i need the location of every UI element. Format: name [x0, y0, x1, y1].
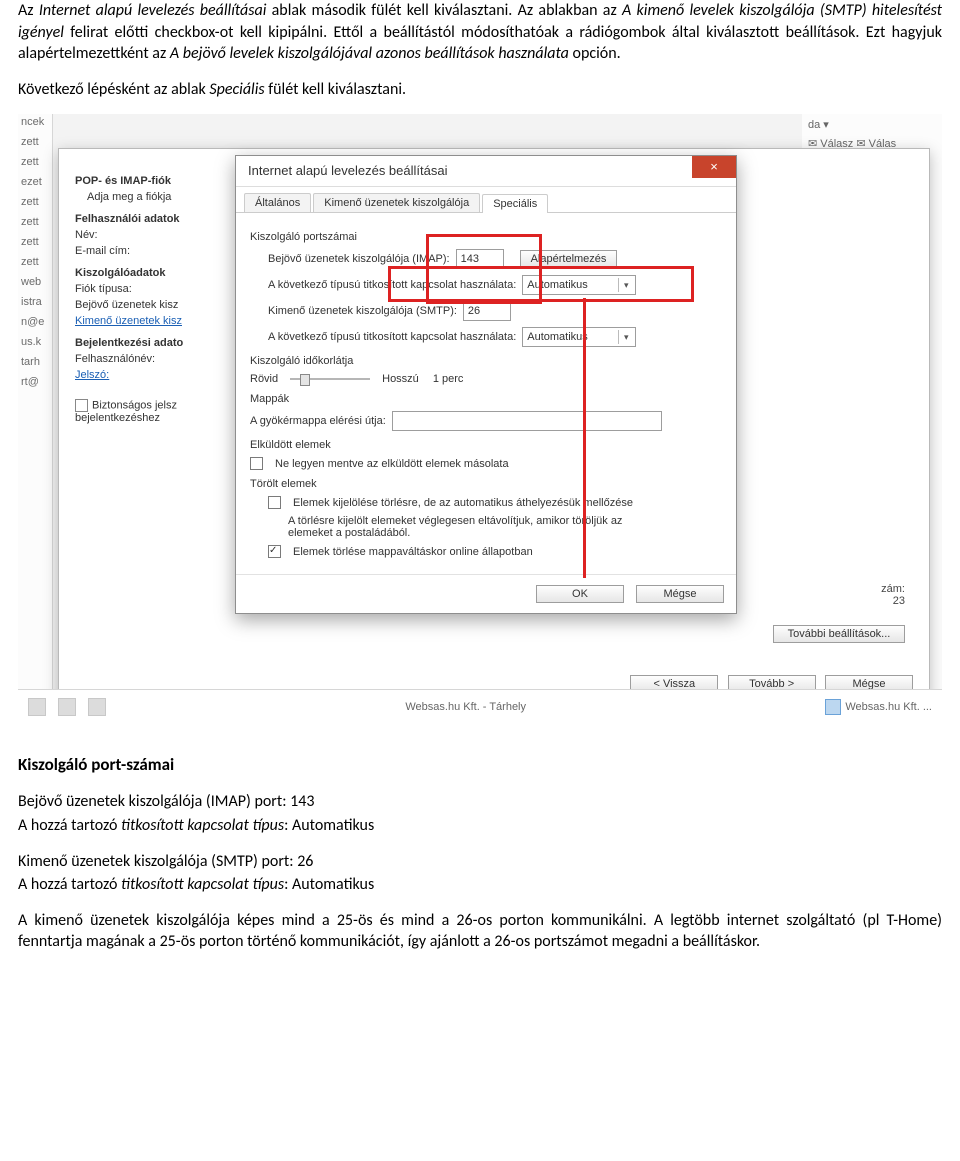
sidebar-fragment: zett	[21, 156, 49, 168]
default-button[interactable]: Alapértelmezés	[520, 250, 618, 268]
people-icon[interactable]	[58, 698, 76, 716]
outlook-status-bar: Websas.hu Kft. - Tárhely Websas.hu Kft. …	[18, 689, 942, 724]
ok-button[interactable]: OK	[536, 585, 624, 603]
smtp-port-line: Kimenő üzenetek kiszolgálója (SMTP) port…	[18, 851, 942, 873]
calendar-icon[interactable]	[28, 698, 46, 716]
outlook-sidebar-fragment: ncek zett zett ezet zett zett zett zett web istra…	[18, 114, 53, 724]
sidebar-fragment: rt@	[21, 376, 49, 388]
sidebar-fragment: zett	[21, 236, 49, 248]
smtp-label: Kimenő üzenetek kiszolgálója (SMTP):	[268, 305, 457, 317]
paragraph-3: A kimenő üzenetek kiszolgálója képes min…	[18, 910, 942, 953]
reading-pane-fragment: da ▾	[808, 118, 936, 131]
chevron-down-icon: ▾	[618, 278, 633, 292]
sidebar-fragment: n@e	[21, 316, 49, 328]
outlook-screenshot: ncek zett zett ezet zett zett zett zett web istra…	[18, 114, 942, 724]
chevron-down-icon: ▾	[618, 330, 633, 344]
status-title: Websas.hu Kft. - Tárhely	[118, 701, 813, 713]
account-wizard-dialog: POP- és IMAP-fiók Adja meg a fiókja Felh…	[58, 148, 930, 710]
paragraph-1: Az Internet alapú levelezés beállításai …	[18, 0, 942, 65]
more-settings-button[interactable]: További beállítások...	[773, 625, 905, 643]
timeout-slider[interactable]	[290, 378, 370, 380]
mark-delete-checkbox[interactable]	[268, 496, 281, 509]
imap-port-input[interactable]: 143	[456, 249, 504, 269]
root-path-input[interactable]	[392, 411, 662, 431]
sidebar-fragment: tarh	[21, 356, 49, 368]
purge-on-switch-checkbox[interactable]	[268, 545, 281, 558]
sidebar-fragment: ncek	[21, 116, 49, 128]
tab-general[interactable]: Általános	[244, 193, 311, 212]
close-icon[interactable]: ×	[692, 156, 736, 178]
imap-label: Bejövő üzenetek kiszolgálója (IMAP):	[268, 253, 450, 265]
imap-encryption-select[interactable]: Automatikus▾	[522, 275, 636, 295]
ports-title: Kiszolgáló portszámai	[250, 231, 722, 243]
smtp-encryption-select[interactable]: Automatikus▾	[522, 327, 636, 347]
tab-special[interactable]: Speciális	[482, 194, 548, 213]
cancel-button[interactable]: Mégse	[636, 585, 724, 603]
dialog-title: Internet alapú levelezés beállításai ×	[236, 156, 736, 187]
smtp-port-input[interactable]: 26	[463, 301, 511, 321]
imap-enc-line: A hozzá tartozó titkosított kapcsolat tí…	[18, 815, 942, 837]
sidebar-fragment: istra	[21, 296, 49, 308]
secure-password-checkbox[interactable]	[75, 399, 88, 412]
sidebar-fragment: zett	[21, 136, 49, 148]
wizard-left-form: POP- és IMAP-fiók Adja meg a fiókja Felh…	[75, 165, 240, 428]
sidebar-fragment: zett	[21, 256, 49, 268]
sidebar-fragment: web	[21, 276, 49, 288]
sidebar-fragment: ezet	[21, 176, 49, 188]
pop-imap-title: POP- és IMAP-fiók	[75, 175, 240, 187]
sidebar-fragment: zett	[21, 216, 49, 228]
outlook-window: ncek zett zett ezet zett zett zett zett web istra…	[18, 114, 942, 724]
paragraph-2: Következő lépésként az ablak Speciális f…	[18, 79, 942, 101]
smtp-enc-line: A hozzá tartozó titkosított kapcsolat tí…	[18, 874, 942, 896]
dialog-tabs: Általános Kimenő üzenetek kiszolgálója S…	[236, 187, 736, 213]
internet-mail-settings-dialog: Internet alapú levelezés beállításai × Á…	[235, 155, 737, 614]
sidebar-fragment: us.k	[21, 336, 49, 348]
imap-port-line: Bejövő üzenetek kiszolgálója (IMAP) port…	[18, 791, 942, 813]
ports-section-heading: Kiszolgáló port-számai	[18, 754, 942, 777]
sent-copy-checkbox[interactable]	[250, 457, 263, 470]
company-tile-icon	[825, 699, 841, 715]
sidebar-fragment: zett	[21, 196, 49, 208]
tab-outgoing[interactable]: Kimenő üzenetek kiszolgálója	[313, 193, 480, 212]
more-icon[interactable]	[88, 698, 106, 716]
